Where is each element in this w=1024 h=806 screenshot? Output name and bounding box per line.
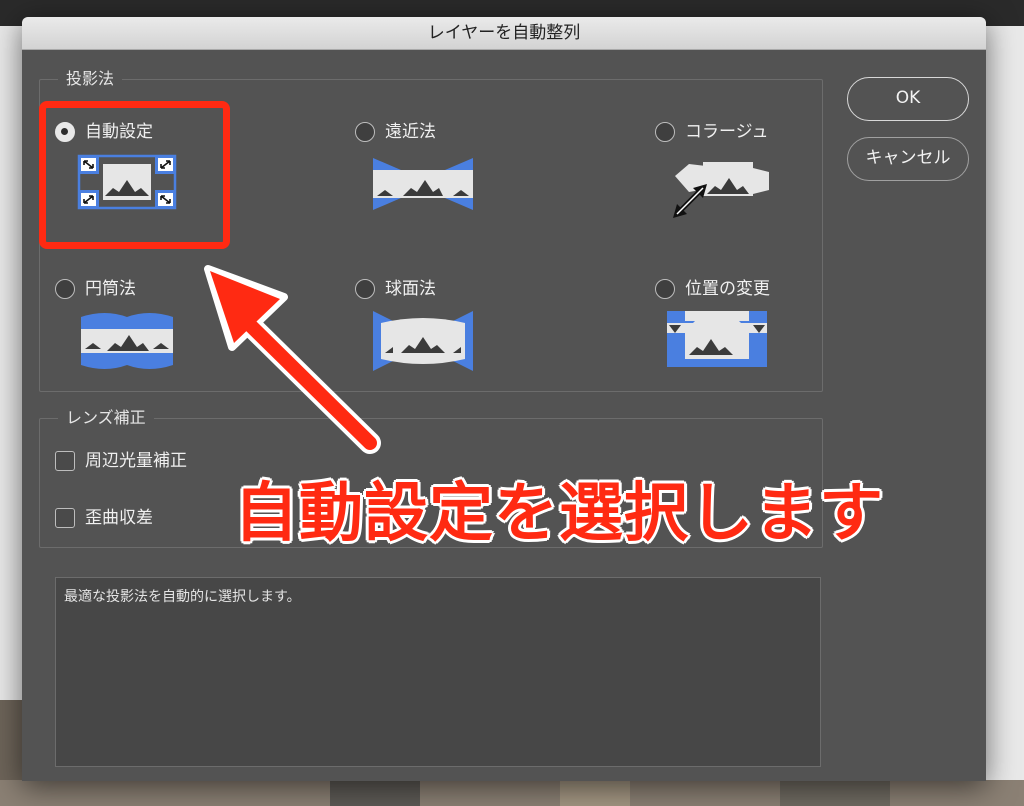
annotation-arrow-icon — [204, 265, 381, 454]
dialog-title: レイヤーを自動整列 — [22, 17, 986, 50]
cancel-button[interactable]: キャンセル — [847, 137, 969, 181]
projection-group-title: 投影法 — [58, 69, 123, 89]
background-canvas-strip — [0, 780, 1024, 806]
collage-label: コラージュ — [685, 122, 769, 142]
collage-radio[interactable] — [655, 122, 675, 142]
background-object — [560, 780, 630, 806]
reposition-radio[interactable] — [655, 279, 675, 299]
spherical-label: 球面法 — [385, 279, 436, 299]
collage-icon — [673, 162, 769, 218]
lens-correction-title: レンズ補正 — [58, 408, 154, 428]
reposition-label: 位置の変更 — [685, 279, 770, 299]
perspective-radio[interactable] — [355, 122, 375, 142]
cylindrical-icon — [81, 313, 173, 369]
perspective-icon — [373, 158, 473, 210]
highlight-box — [39, 101, 230, 249]
vignette-label: 周辺光量補正 — [85, 451, 187, 471]
cylindrical-label: 円筒法 — [85, 279, 136, 299]
distortion-checkbox[interactable] — [55, 508, 75, 528]
vignette-checkbox[interactable] — [55, 451, 75, 471]
reposition-icon — [667, 311, 767, 367]
perspective-label: 遠近法 — [385, 122, 436, 142]
cylindrical-radio[interactable] — [55, 279, 75, 299]
description-box: 最適な投影法を自動的に選択します。 — [55, 577, 821, 767]
distortion-label: 歪曲収差 — [85, 508, 153, 528]
background-object — [780, 780, 890, 806]
background-object — [330, 780, 420, 806]
annotation-text: 自動設定を選択します — [234, 477, 884, 551]
ok-button[interactable]: OK — [847, 77, 969, 121]
